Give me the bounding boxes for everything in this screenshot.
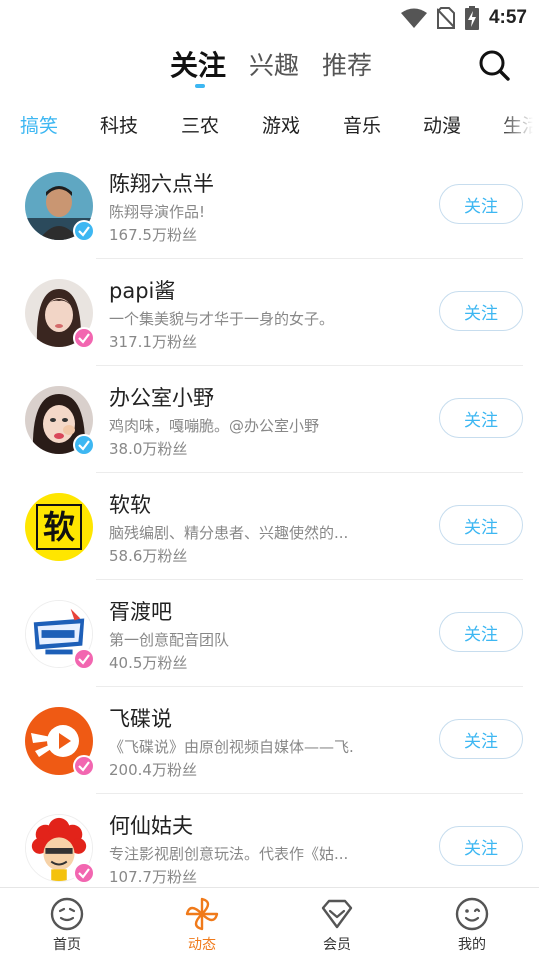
channel-name[interactable]: papi酱	[109, 275, 175, 305]
avatar[interactable]	[25, 279, 95, 349]
list-item[interactable]: 胥渡吧 第一创意配音团队 40.5万粉丝 关注	[0, 580, 539, 687]
category-bar: 搞笑 科技 三农 游戏 音乐 动漫 生活	[0, 108, 539, 142]
battery-charging-icon	[464, 6, 479, 30]
avatar[interactable]	[25, 172, 95, 242]
channel-description: 《飞碟说》由原创视频自媒体——飞.	[109, 738, 354, 756]
nav-dynamic[interactable]: 动态	[162, 896, 242, 954]
fans-count: 167.5万粉丝	[109, 226, 197, 244]
tab-interest[interactable]: 兴趣	[249, 46, 299, 82]
active-tab-indicator	[195, 84, 205, 88]
channel-name[interactable]: 软软	[109, 489, 151, 519]
category-music[interactable]: 音乐	[343, 111, 381, 138]
category-anime[interactable]: 动漫	[423, 111, 461, 138]
channel-description: 第一创意配音团队	[109, 631, 230, 649]
pinwheel-icon	[185, 897, 219, 931]
status-bar: 4:57	[0, 0, 539, 36]
channel-name[interactable]: 何仙姑夫	[109, 810, 193, 840]
follow-button[interactable]: 关注	[439, 826, 523, 866]
nav-vip-label: 会员	[323, 937, 351, 953]
channel-name[interactable]: 胥渡吧	[109, 596, 172, 626]
channel-description: 陈翔导演作品!	[109, 203, 206, 221]
no-sim-icon	[436, 7, 455, 29]
category-fade	[499, 108, 539, 142]
list-item[interactable]: 何仙姑夫 专注影视剧创意玩法。代表作《姑... 107.7万粉丝 关注	[0, 794, 539, 901]
channel-description: 专注影视剧创意玩法。代表作《姑...	[109, 845, 349, 863]
fans-count: 38.0万粉丝	[109, 440, 188, 458]
nav-home-label: 首页	[53, 937, 81, 953]
wifi-icon	[400, 8, 427, 28]
smiley-home-icon	[50, 897, 84, 931]
avatar[interactable]	[25, 386, 95, 456]
verified-badge-icon	[73, 862, 95, 884]
fans-count: 317.1万粉丝	[109, 333, 197, 351]
nav-vip[interactable]: 会员	[297, 896, 377, 954]
fans-count: 107.7万粉丝	[109, 868, 197, 886]
category-tech[interactable]: 科技	[100, 111, 138, 138]
nav-me-label: 我的	[458, 937, 486, 953]
category-games[interactable]: 游戏	[262, 111, 300, 138]
verified-badge-icon	[73, 434, 95, 456]
channel-name[interactable]: 办公室小野	[109, 382, 214, 412]
smiley-wink-icon	[455, 897, 489, 931]
verified-badge-icon	[73, 755, 95, 777]
channel-list: 陈翔六点半 陈翔导演作品! 167.5万粉丝 关注 papi酱 一个集美貌与才华…	[0, 152, 539, 901]
status-time: 4:57	[488, 7, 527, 28]
category-funny[interactable]: 搞笑	[20, 111, 58, 138]
category-agriculture[interactable]: 三农	[181, 111, 219, 138]
fans-count: 200.4万粉丝	[109, 761, 197, 779]
bottom-nav: 首页 动态 会员 我的	[0, 887, 539, 961]
avatar[interactable]	[25, 707, 95, 777]
verified-badge-icon	[73, 220, 95, 242]
follow-button[interactable]: 关注	[439, 398, 523, 438]
list-item[interactable]: 陈翔六点半 陈翔导演作品! 167.5万粉丝 关注	[0, 152, 539, 259]
fans-count: 58.6万粉丝	[109, 547, 188, 565]
verified-badge-icon	[73, 648, 95, 670]
list-item[interactable]: papi酱 一个集美貌与才华于一身的女子。 317.1万粉丝 关注	[0, 259, 539, 366]
nav-dynamic-label: 动态	[188, 937, 216, 953]
top-tabs: 关注 兴趣 推荐	[0, 40, 539, 90]
follow-button[interactable]: 关注	[439, 505, 523, 545]
follow-button[interactable]: 关注	[439, 184, 523, 224]
follow-button[interactable]: 关注	[439, 719, 523, 759]
list-item[interactable]: 办公室小野 鸡肉味，嘎嘣脆。@办公室小野 38.0万粉丝 关注	[0, 366, 539, 473]
follow-button[interactable]: 关注	[439, 291, 523, 331]
list-item[interactable]: 飞碟说 《飞碟说》由原创视频自媒体——飞. 200.4万粉丝 关注	[0, 687, 539, 794]
tab-recommend[interactable]: 推荐	[322, 46, 372, 82]
follow-button[interactable]: 关注	[439, 612, 523, 652]
nav-home[interactable]: 首页	[27, 896, 107, 954]
channel-description: 脑残编剧、精分患者、兴趣使然的...	[109, 524, 349, 542]
channel-name[interactable]: 陈翔六点半	[109, 168, 214, 198]
avatar[interactable]	[25, 600, 95, 670]
channel-description: 一个集美貌与才华于一身的女子。	[109, 310, 335, 328]
verified-badge-icon	[73, 327, 95, 349]
search-icon[interactable]	[477, 48, 511, 82]
avatar-logo-text: 软	[42, 508, 75, 546]
channel-name[interactable]: 飞碟说	[109, 703, 172, 733]
channel-description: 鸡肉味，嘎嘣脆。@办公室小野	[109, 417, 320, 435]
tab-follow[interactable]: 关注	[170, 44, 226, 84]
nav-me[interactable]: 我的	[432, 896, 512, 954]
fans-count: 40.5万粉丝	[109, 654, 188, 672]
list-item[interactable]: 软 软软 脑残编剧、精分患者、兴趣使然的... 58.6万粉丝 关注	[0, 473, 539, 580]
avatar-image: 软	[25, 493, 93, 561]
avatar[interactable]: 软	[25, 493, 93, 561]
avatar[interactable]	[25, 814, 95, 884]
diamond-icon	[321, 899, 353, 929]
